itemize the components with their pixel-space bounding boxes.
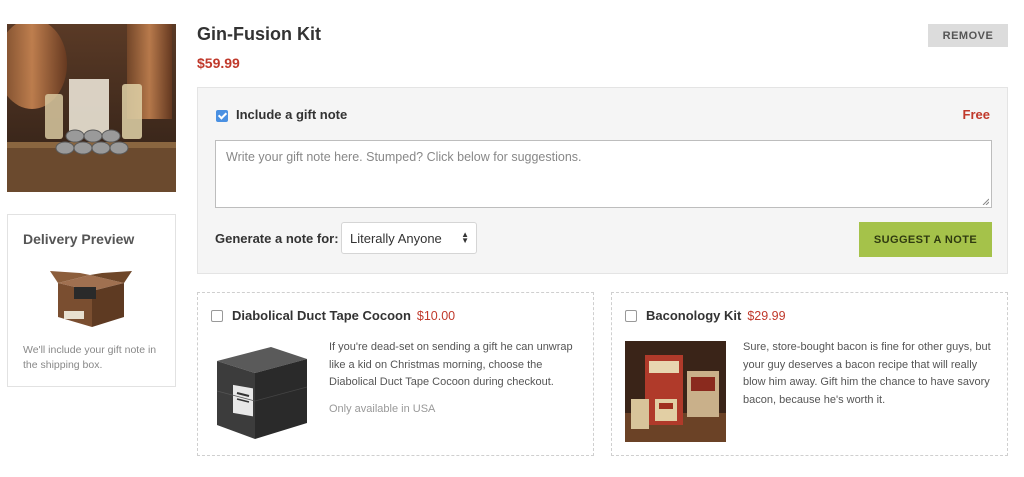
- gift-note-checkbox[interactable]: [216, 110, 228, 122]
- addon-description: If you're dead-set on sending a gift he …: [329, 341, 573, 388]
- shipping-box-icon: [50, 271, 132, 334]
- addon-name[interactable]: Diabolical Duct Tape Cocoon $10.00: [232, 308, 455, 323]
- delivery-preview-card: Delivery Preview We'll include your gift…: [7, 214, 176, 387]
- addon-price: $10.00: [416, 309, 456, 323]
- recipient-select-value: Literally Anyone: [350, 231, 442, 246]
- gift-note-price: Free: [962, 107, 990, 122]
- addon-name[interactable]: Baconology Kit $29.99: [646, 308, 786, 323]
- delivery-note-text: We'll include your gift note in the ship…: [23, 344, 157, 371]
- select-arrows-icon: ▲ ▼: [461, 230, 469, 245]
- gift-note-panel: Include a gift note Free Write your gift…: [197, 87, 1008, 274]
- addon-availability-note: Only available in USA: [329, 403, 436, 415]
- suggest-note-button[interactable]: SUGGEST A NOTE: [859, 222, 992, 257]
- remove-button[interactable]: REMOVE: [928, 24, 1008, 47]
- product-title: Gin-Fusion Kit: [197, 24, 321, 44]
- addon-card-baconology: Baconology Kit $29.99 Sure, store-bought …: [611, 292, 1008, 456]
- gift-note-label[interactable]: Include a gift note: [236, 107, 347, 122]
- addon-card-duct-tape: Diabolical Duct Tape Cocoon $10.00 If you…: [197, 292, 594, 456]
- product-price: $59.99: [197, 55, 240, 71]
- duct-tape-cocoon-image: [211, 341, 312, 442]
- resize-grip-icon[interactable]: [982, 198, 989, 205]
- generate-note-label: Generate a note for:: [215, 231, 339, 246]
- product-image: [7, 24, 176, 192]
- recipient-select[interactable]: Literally Anyone ▲ ▼: [341, 222, 477, 254]
- addon-description: Sure, store-bought bacon is fine for oth…: [743, 341, 991, 406]
- addon-checkbox-baconology[interactable]: [625, 310, 637, 322]
- gift-note-placeholder: Write your gift note here. Stumped? Clic…: [226, 150, 582, 164]
- delivery-preview-title: Delivery Preview: [23, 231, 135, 247]
- baconology-kit-image: [625, 341, 726, 442]
- gift-note-textarea[interactable]: Write your gift note here. Stumped? Clic…: [215, 140, 992, 208]
- addon-checkbox-duct-tape[interactable]: [211, 310, 223, 322]
- addon-price: $29.99: [747, 309, 786, 323]
